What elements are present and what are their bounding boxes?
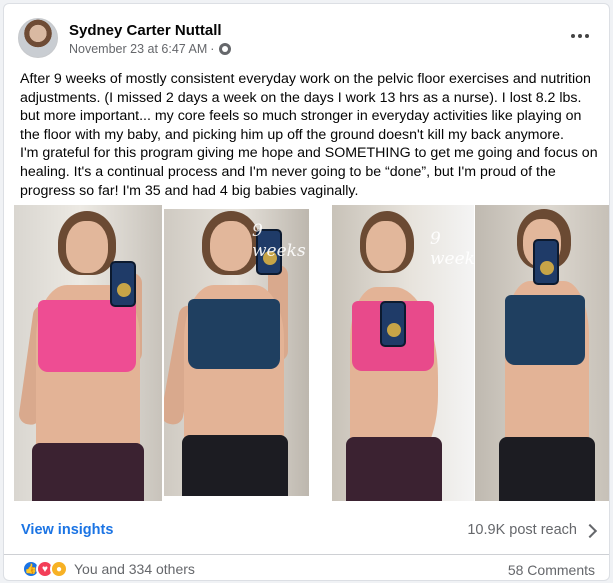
photo-after-side[interactable]: [475, 205, 609, 501]
post-meta: November 23 at 6:47 AM ·: [69, 42, 232, 56]
dot-icon: [585, 34, 589, 38]
globe-icon: [219, 43, 232, 55]
comments-count[interactable]: 58 Comments: [508, 562, 595, 578]
photo-before-front[interactable]: [14, 205, 162, 501]
photo-after-front[interactable]: 9 weeks: [164, 209, 309, 496]
photo-watermark: 9 weeks: [252, 221, 306, 261]
dot-icon: [571, 34, 575, 38]
chevron-right-icon[interactable]: [582, 523, 598, 539]
more-options-button[interactable]: [565, 24, 595, 48]
reactions-summary[interactable]: 👍 ♥ ● You and 334 others: [22, 560, 195, 578]
photo-watermark: 9 weeks: [430, 229, 474, 269]
author-name[interactable]: Sydney Carter Nuttall: [69, 22, 222, 39]
post-paragraph-2: I'm grateful for this program giving me …: [20, 145, 598, 199]
post-header: Sydney Carter Nuttall November 23 at 6:4…: [18, 18, 595, 60]
photo-before-side[interactable]: 9 weeks: [332, 205, 474, 501]
avatar[interactable]: [18, 18, 58, 58]
reactions-text[interactable]: You and 334 others: [74, 561, 195, 577]
view-insights-link[interactable]: View insights: [21, 522, 113, 538]
post-body: After 9 weeks of mostly consistent every…: [20, 70, 600, 200]
insights-row: View insights 10.9K post reach: [4, 511, 609, 555]
post-paragraph-1: After 9 weeks of mostly consistent every…: [20, 71, 591, 143]
meta-separator: ·: [210, 42, 215, 56]
dot-icon: [578, 34, 582, 38]
timestamp[interactable]: November 23 at 6:47 AM: [69, 42, 207, 56]
post-reach[interactable]: 10.9K post reach: [467, 522, 577, 538]
post-card: Sydney Carter Nuttall November 23 at 6:4…: [3, 3, 610, 581]
wow-icon: ●: [50, 560, 68, 578]
photo-grid: 9 weeks 9 weeks: [12, 205, 609, 501]
